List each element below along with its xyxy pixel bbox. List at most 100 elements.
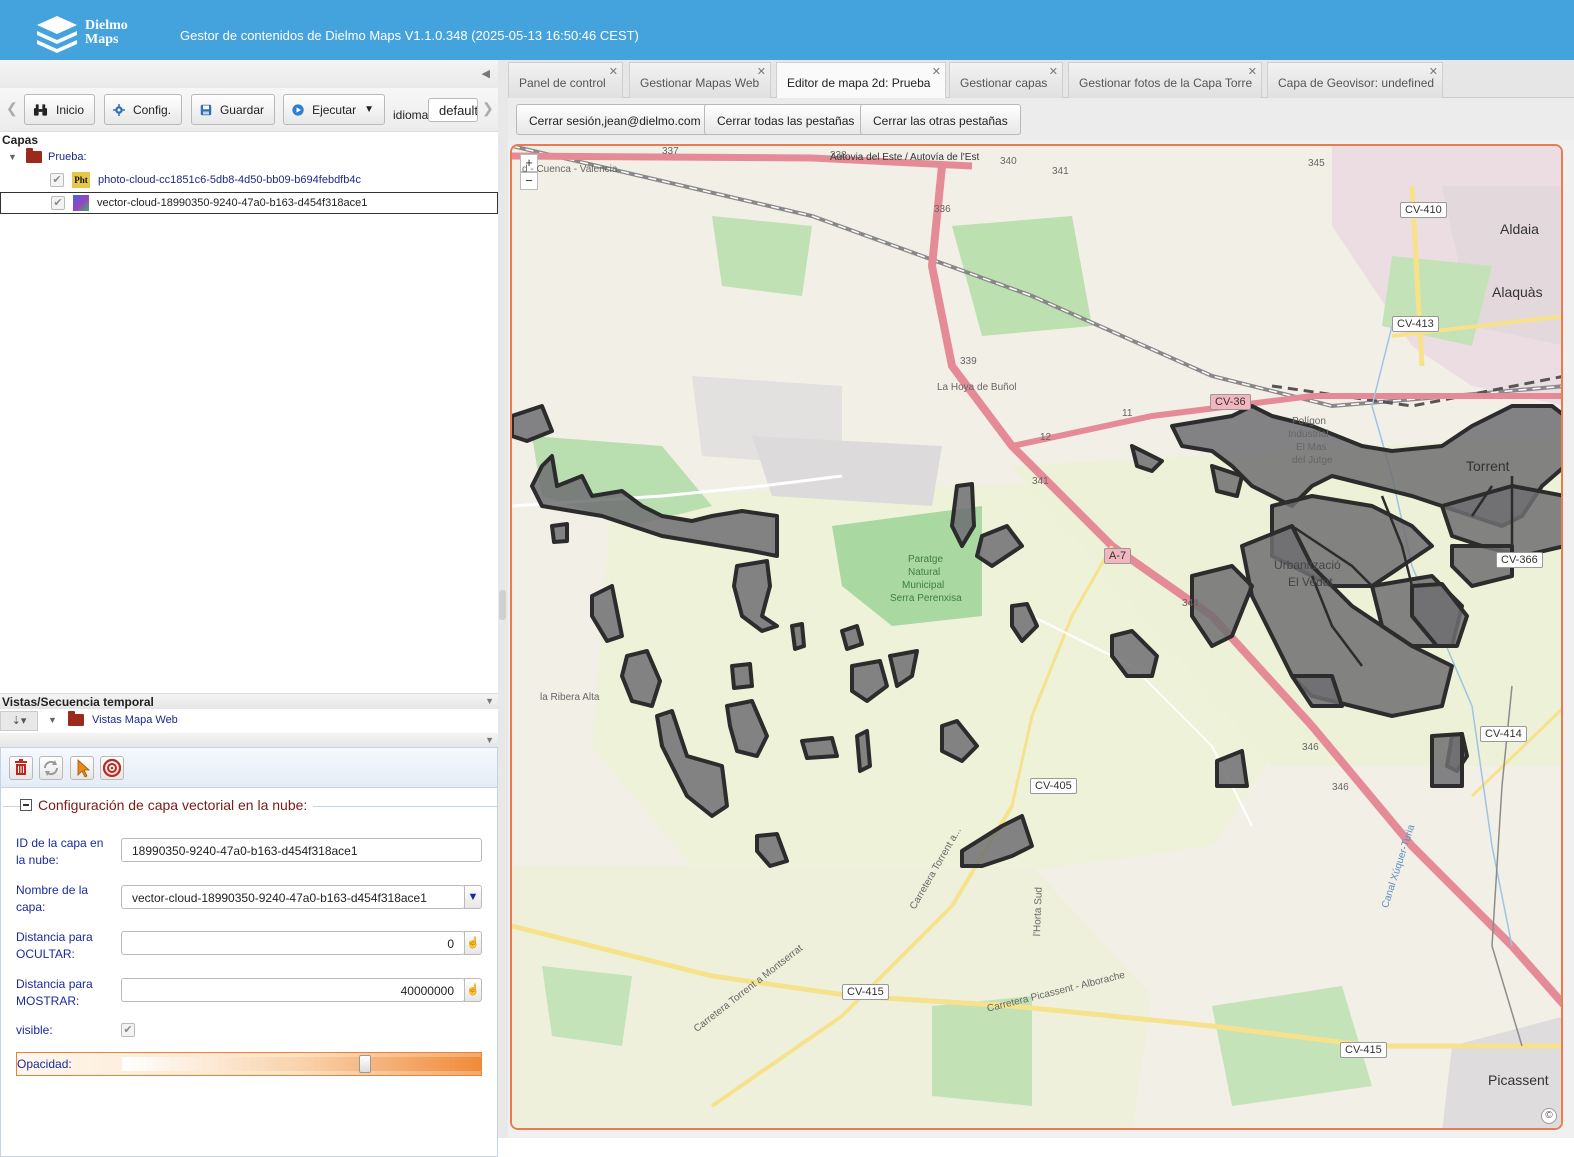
toolbar-scroll-right-icon[interactable]: ❯ [482, 100, 494, 117]
tree-expand-icon[interactable]: ▼ [48, 715, 60, 725]
map-canvas[interactable]: + − Aldaia Alaquàs Torrent Picassent Urb… [510, 144, 1563, 1130]
delete-button[interactable] [9, 756, 33, 780]
road-345: 345 [1308, 158, 1325, 169]
road-336: 336 [934, 204, 951, 215]
visible-checkbox[interactable]: ✔ [121, 1023, 135, 1037]
map-label-poligon3: El Mas [1296, 442, 1327, 453]
views-row: ⇣▾ ▼ Vistas Mapa Web [0, 709, 498, 733]
layer-checkbox[interactable]: ✔ [51, 196, 65, 210]
map-label-cuenca: d - Cuenca - Valencia [522, 164, 618, 175]
right-pane: Panel de control ✕ Gestionar Mapas Web ✕… [508, 60, 1574, 1138]
layer-name-label: Nombre de la capa: [16, 883, 89, 914]
close-other-tabs-button[interactable]: Cerrar las otras pestañas [860, 104, 1021, 135]
panel-splitter[interactable] [498, 60, 508, 1138]
tree-expand-icon[interactable]: ▼ [8, 152, 20, 162]
cloud-id-label: ID de la capa en la nube: [16, 836, 104, 867]
map-tiles [512, 146, 1561, 1128]
map-label-urbanizacio: Urbanització [1274, 558, 1341, 572]
opacity-row: Opacidad: [16, 1052, 482, 1076]
layer-name-dropdown-icon[interactable]: ▼ [464, 885, 482, 909]
download-icon[interactable]: ⇣▾ [0, 711, 38, 731]
config-legend: Configuración de capa vectorial en la nu… [20, 797, 314, 813]
close-icon[interactable]: ✕ [1429, 65, 1438, 78]
layer-checkbox[interactable]: ✔ [50, 173, 64, 187]
layer-row-vector[interactable]: ✔ vector-cloud-18990350-9240-47a0-b163-d… [0, 192, 498, 214]
tab-panel-control[interactable]: Panel de control ✕ [508, 62, 623, 98]
logo-line1: Dielmo [85, 18, 128, 33]
views-footer-bar: ▼ [0, 733, 498, 747]
map-label-hoya: La Hoya de Buñol [937, 382, 1017, 393]
tab-fotos-torre[interactable]: Gestionar fotos de la Capa Torre ✕ [1068, 62, 1262, 98]
inicio-button[interactable]: Inicio [24, 94, 95, 125]
splitter-handle[interactable] [499, 590, 506, 620]
layer-name-input[interactable]: vector-cloud-18990350-9240-47a0-b163-d45… [121, 885, 465, 909]
folder-icon [26, 148, 42, 163]
close-icon[interactable]: ✕ [932, 65, 941, 78]
tab-gestionar-capas[interactable]: Gestionar capas ✕ [949, 62, 1063, 98]
opacity-slider[interactable] [122, 1055, 482, 1073]
show-distance-input[interactable]: 40000000 [121, 978, 465, 1002]
map-label-poligon1: Polígon [1292, 416, 1326, 427]
logout-button[interactable]: Cerrar sesión,jean@dielmo.com [516, 104, 714, 135]
visible-label: visible: [16, 1023, 53, 1037]
map-label-torrent: Torrent [1466, 458, 1510, 474]
road-341b: 341 [1032, 476, 1049, 487]
idioma-select[interactable]: default [428, 98, 478, 122]
road-341: 341 [1052, 166, 1069, 177]
collapse-left-icon[interactable]: ◀ [482, 67, 490, 80]
session-bar: Cerrar sesión,jean@dielmo.com Cerrar tod… [508, 98, 1574, 140]
map-label-paratge4: Serra Perenxisa [890, 593, 962, 604]
road-cv405: CV-405 [1030, 778, 1077, 794]
collapse-toggle-icon[interactable] [20, 799, 32, 811]
map-label-ribera: la Ribera Alta [540, 692, 600, 703]
cloud-id-input[interactable]: 18990350-9240-47a0-b163-d454f318ace1 [121, 838, 482, 862]
map-label-paratge2: Natural [908, 567, 941, 578]
hide-distance-spinner-icon[interactable]: ☝ [464, 931, 482, 955]
guardar-button[interactable]: Guardar [191, 94, 275, 125]
vector-layer-icon [73, 195, 89, 211]
chevron-down-icon[interactable]: ▼ [485, 696, 494, 706]
folder-label: Vistas Mapa Web [92, 714, 178, 726]
tab-label: Editor de mapa 2d: Prueba [787, 76, 931, 90]
tree-folder-prueba[interactable]: ▼ Prueba: [8, 146, 87, 168]
config-legend-text: Configuración de capa vectorial en la nu… [38, 797, 308, 813]
tab-mapas-web[interactable]: Gestionar Mapas Web ✕ [629, 62, 771, 98]
refresh-button[interactable] [39, 756, 63, 780]
tree-folder-vistas[interactable]: ▼ Vistas Mapa Web [48, 709, 178, 731]
road-cv414: CV-414 [1480, 726, 1527, 742]
hide-distance-input[interactable]: 0 [121, 931, 465, 955]
show-distance-spinner-icon[interactable]: ☝ [464, 978, 482, 1002]
folder-label: Prueba: [48, 151, 87, 163]
map-label-aldaia: Aldaia [1500, 221, 1539, 237]
opacity-slider-thumb[interactable] [359, 1055, 371, 1073]
target-button[interactable] [100, 756, 124, 780]
select-button[interactable] [70, 756, 94, 780]
road-12: 12 [1040, 432, 1052, 443]
map-label-horta-sud: l'Horta Sud [1032, 886, 1045, 937]
road-cv410: CV-410 [1400, 202, 1447, 218]
ejecutar-button[interactable]: Ejecutar ▼ [283, 94, 385, 125]
tab-editor-mapa[interactable]: Editor de mapa 2d: Prueba ✕ [776, 62, 946, 98]
close-icon[interactable]: ✕ [757, 65, 766, 78]
close-icon[interactable]: ✕ [1049, 65, 1058, 78]
tab-label: Capa de Geovisor: undefined [1278, 76, 1435, 90]
toolbar-scroll-left-icon[interactable]: ❮ [6, 100, 18, 117]
config-toolbar [1, 748, 497, 788]
logo-text: Dielmo Maps [85, 19, 128, 47]
layer-row-photo[interactable]: ✔ Pht photo-cloud-cc1851c6-5db8-4d50-bb0… [50, 169, 361, 191]
map-label-alaquas: Alaquàs [1492, 284, 1543, 300]
road-337: 337 [662, 146, 679, 157]
close-all-tabs-button[interactable]: Cerrar todas las pestañas [704, 104, 868, 135]
map-label-autovia: Autovia del Este / Autovía de l'Est [830, 152, 980, 163]
tab-geovisor[interactable]: Capa de Geovisor: undefined ✕ [1267, 62, 1443, 98]
close-icon[interactable]: ✕ [609, 65, 618, 78]
views-title: Vistas/Secuencia temporal [2, 695, 154, 709]
cursor-icon [77, 759, 91, 778]
road-346b: 346 [1332, 782, 1349, 793]
attribution-button[interactable]: © [1541, 1108, 1557, 1124]
close-icon[interactable]: ✕ [1248, 65, 1257, 78]
app-header: Dielmo Maps Gestor de contenidos de Diel… [0, 0, 1574, 60]
views-header: Vistas/Secuencia temporal ▼ [0, 693, 498, 709]
chevron-down-icon[interactable]: ▼ [485, 735, 494, 745]
config-button[interactable]: Config. [104, 94, 182, 125]
